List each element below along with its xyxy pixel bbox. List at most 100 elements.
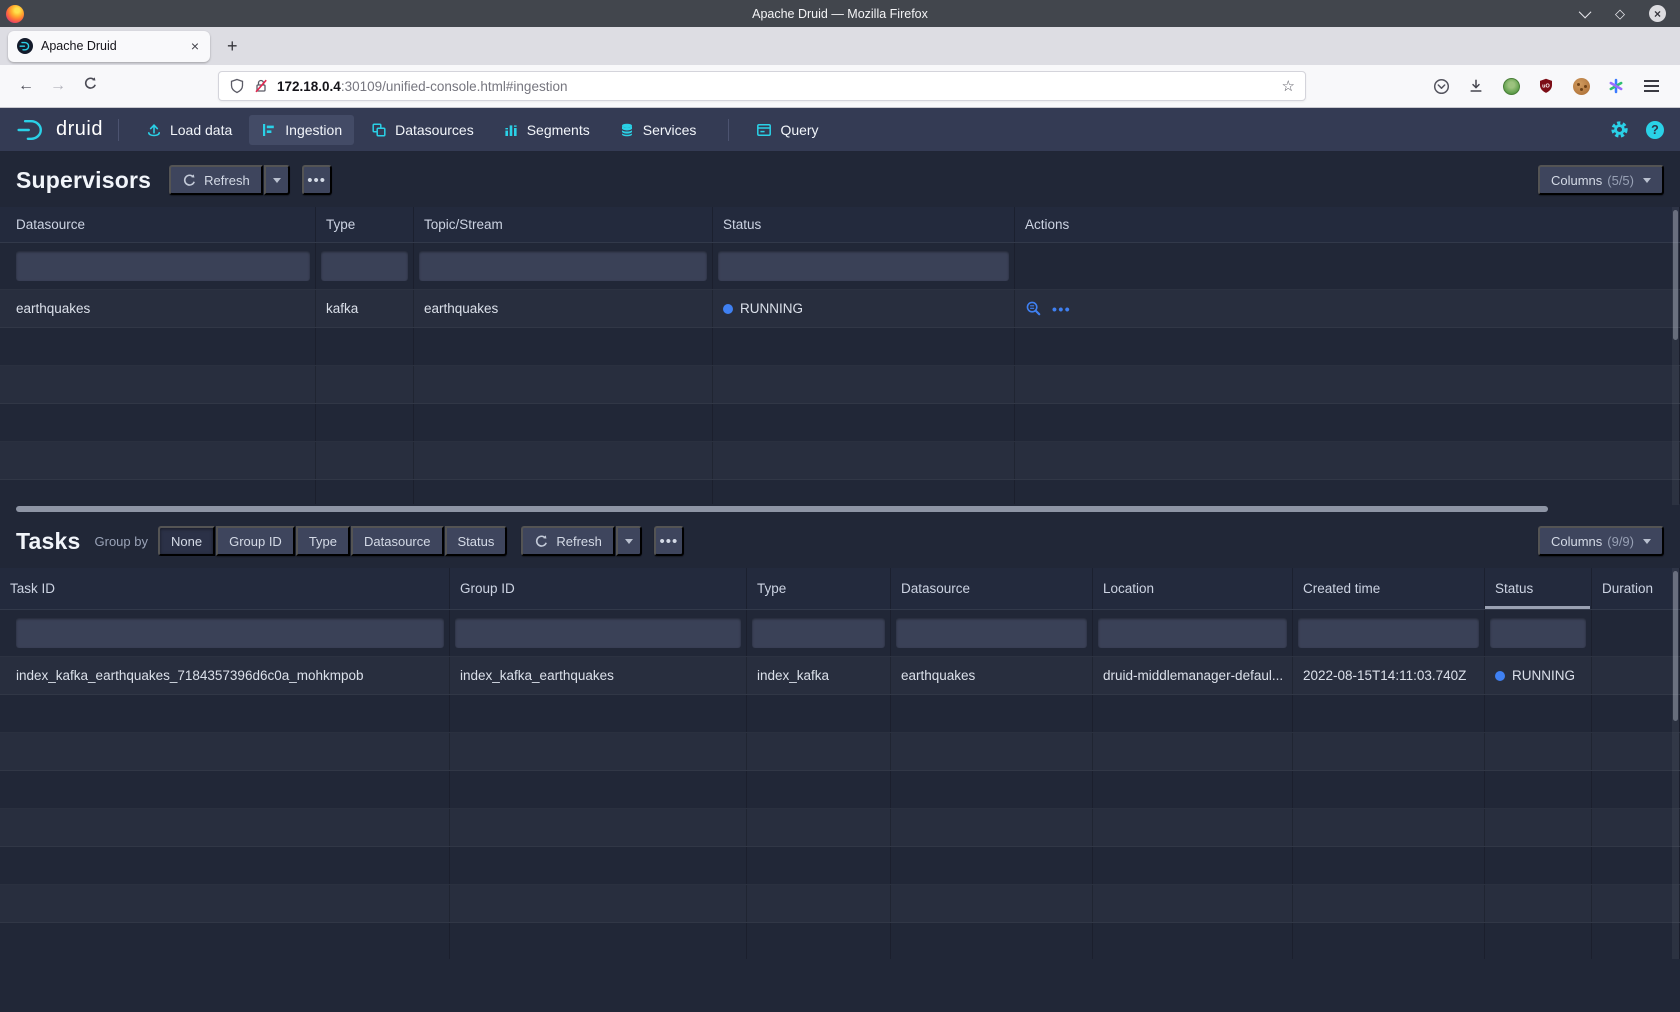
table-row-empty [0,404,1680,442]
row-actions-more-icon[interactable]: ••• [1052,301,1071,317]
column-header-status[interactable]: Status [713,207,1015,242]
table-cell-empty [747,771,891,808]
chevron-down-icon [1643,178,1651,183]
nav-item-datasources[interactable]: Datasources [359,115,486,145]
gear-icon[interactable] [1610,120,1629,139]
supervisors-refresh-caret-button[interactable] [264,165,290,195]
supervisors-columns-button[interactable]: Columns (5/5) [1538,165,1664,195]
table-cell-empty [1592,847,1680,884]
ublock-origin-icon[interactable]: uO [1535,75,1557,97]
task-row[interactable]: index_kafka_earthquakes_7184357396d6c0a_… [0,657,1680,695]
privacy-extension-icon[interactable] [1500,75,1522,97]
back-button[interactable]: ← [10,77,42,95]
new-tab-button[interactable]: + [227,37,238,55]
column-header-task-id[interactable]: Task ID [0,568,450,609]
window-maximize-button[interactable]: ◇ [1615,7,1625,20]
tasks-refresh-caret-button[interactable] [616,526,642,556]
filter-input-status[interactable] [718,251,1009,281]
group-by-datasource-button[interactable]: Datasource [351,526,443,556]
url-bar[interactable]: 172.18.0.4:30109/unified-console.html#in… [218,71,1306,101]
toolbar-extensions: uO [1430,75,1670,97]
column-header-location[interactable]: Location [1093,568,1293,609]
chevron-down-icon [273,178,281,183]
cell-task-id: index_kafka_earthquakes_7184357396d6c0a_… [0,657,450,694]
group-by-none-button[interactable]: None [158,526,215,556]
table-row-empty [0,733,1680,771]
filter-input-type[interactable] [752,618,885,648]
menu-hamburger-icon[interactable] [1640,75,1662,97]
cell-status: RUNNING [1485,657,1592,694]
downloads-icon[interactable] [1465,75,1487,97]
window-minimize-button[interactable] [1582,5,1591,23]
nav-item-segments[interactable]: Segments [491,115,602,145]
tasks-section-header: Tasks Group by None Group ID Type Dataso… [0,513,1680,568]
nav-item-services[interactable]: Services [607,115,709,145]
tasks-more-button[interactable]: ••• [654,526,684,556]
column-header-duration[interactable]: Duration [1592,568,1680,609]
shield-icon[interactable] [229,78,245,94]
tab-close-icon[interactable]: × [189,38,201,54]
column-header-created-time[interactable]: Created time [1293,568,1485,609]
nav-item-load-data[interactable]: Load data [134,115,244,145]
status-badge: RUNNING [740,301,803,316]
group-by-type-button[interactable]: Type [296,526,350,556]
url-path: :30109/unified-console.html#ingestion [341,79,568,94]
group-by-status-button[interactable]: Status [445,526,508,556]
table-row-empty [0,328,1680,366]
filter-input-group-id[interactable] [455,618,741,648]
supervisors-more-button[interactable]: ••• [302,165,332,195]
nav-item-ingestion[interactable]: Ingestion [249,115,354,145]
table-cell-empty [0,733,450,770]
group-by-group-id-button[interactable]: Group ID [216,526,295,556]
column-header-group-id[interactable]: Group ID [450,568,747,609]
window-close-button[interactable]: × [1649,5,1666,22]
asterisk-extension-icon[interactable] [1605,75,1627,97]
bookmark-star-icon[interactable]: ☆ [1282,77,1295,95]
filter-input-type[interactable] [321,251,408,281]
druid-logo[interactable]: druid [16,118,103,142]
tasks-refresh-button[interactable]: Refresh [521,526,615,556]
reload-button[interactable] [74,76,106,96]
window-controls: ◇ × [1582,5,1680,23]
magnifier-detail-icon[interactable] [1025,300,1042,317]
table-cell-empty [1015,404,1680,441]
column-header-topic-stream[interactable]: Topic/Stream [414,207,713,242]
insecure-lock-icon[interactable] [253,78,269,94]
filter-input-datasource[interactable] [16,251,310,281]
filter-input-status[interactable] [1490,618,1586,648]
cookie-extension-icon[interactable] [1570,75,1592,97]
column-header-type[interactable]: Type [747,568,891,609]
table-row-empty [0,923,1680,959]
column-header-datasource[interactable]: Datasource [891,568,1093,609]
column-header-status-sorted[interactable]: Status [1485,568,1592,609]
filter-input-created-time[interactable] [1298,618,1479,648]
vertical-scrollbar[interactable] [1672,568,1679,959]
nav-item-query[interactable]: Query [744,115,830,145]
browser-tab-active[interactable]: Apache Druid × [8,31,210,62]
filter-input-datasource[interactable] [896,618,1087,648]
cell-type: index_kafka [747,657,891,694]
column-header-datasource[interactable]: Datasource [0,207,316,242]
filter-input-location[interactable] [1098,618,1287,648]
table-cell-empty [1485,771,1592,808]
filter-input-task-id[interactable] [16,618,444,648]
vertical-scrollbar[interactable] [1672,207,1679,505]
druid-nav: Load data Ingestion Datasources Segments [134,115,836,145]
supervisors-refresh-button[interactable]: Refresh [169,165,263,195]
filter-input-topic-stream[interactable] [419,251,707,281]
forward-button[interactable]: → [42,77,74,95]
divider [118,119,119,141]
tasks-columns-button[interactable]: Columns (9/9) [1538,526,1664,556]
table-cell-empty [450,771,747,808]
tasks-table: Task ID Group ID Type Datasource Locatio… [0,568,1680,959]
horizontal-scrollbar[interactable] [0,505,1680,513]
druid-logo-icon [16,118,48,142]
pocket-icon[interactable] [1430,75,1452,97]
help-icon[interactable]: ? [1646,121,1664,139]
druid-header: druid Load data Ingestion Datasources [0,108,1680,152]
table-cell-empty [0,442,316,479]
column-header-type[interactable]: Type [316,207,414,242]
table-cell-empty [414,366,713,403]
group-by-button-group: None Group ID Type Datasource Status [158,526,507,556]
supervisor-row[interactable]: earthquakes kafka earthquakes RUNNING ••… [0,290,1680,328]
